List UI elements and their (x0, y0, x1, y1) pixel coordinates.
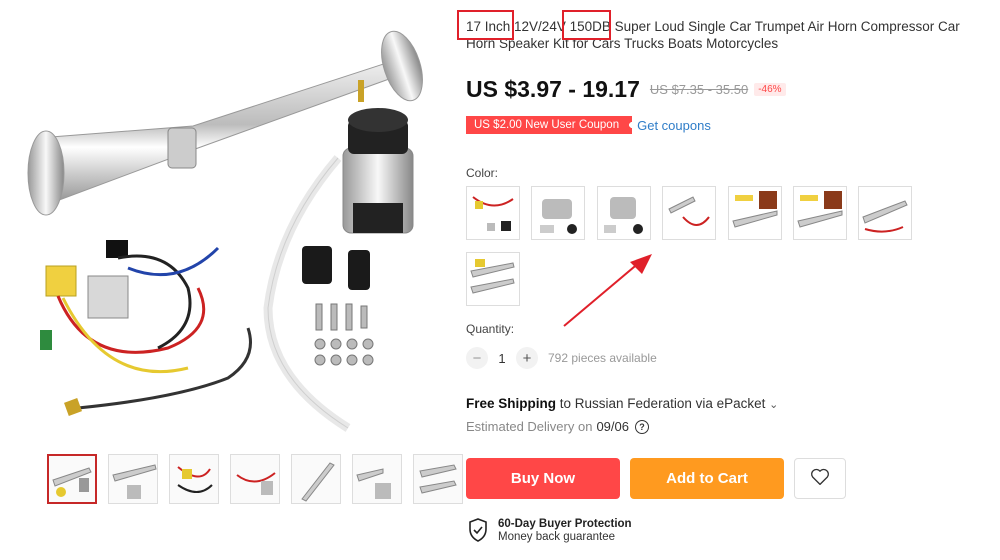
color-option[interactable] (597, 186, 651, 240)
thumbnail-image[interactable] (352, 454, 402, 504)
protection-subtitle: Money back guarantee (498, 531, 615, 543)
annotation-arrow (563, 254, 652, 327)
get-coupons-link[interactable]: Get coupons (637, 118, 711, 133)
coupon-row: US $2.00 New User Coupon Get coupons (466, 116, 711, 134)
thumbnail-image[interactable] (230, 454, 280, 504)
shipping-info[interactable]: Free Shipping to Russian Federation via … (466, 396, 778, 411)
coupon-badge[interactable]: US $2.00 New User Coupon (466, 116, 633, 134)
quantity-label: Quantity: (466, 322, 515, 336)
thumbnail-image[interactable] (169, 454, 219, 504)
increase-button[interactable]: + (516, 347, 538, 369)
shield-icon (468, 518, 488, 547)
delivery-date: 09/06 (596, 419, 629, 434)
color-option[interactable] (466, 186, 520, 240)
shipping-destination: to Russian Federation via ePacket (556, 396, 766, 411)
color-option[interactable] (728, 186, 782, 240)
protection-title: 60-Day Buyer Protection (498, 518, 632, 530)
main-product-image (18, 8, 428, 438)
thumbnail-image[interactable] (413, 454, 463, 504)
quantity-stepper: − 1 + 792 pieces available (466, 347, 657, 369)
old-price: US $7.35 - 35.50 (649, 82, 749, 97)
color-option[interactable] (793, 186, 847, 240)
delivery-label: Estimated Delivery on (466, 419, 593, 434)
color-option[interactable] (531, 186, 585, 240)
wishlist-button[interactable] (794, 458, 846, 499)
thumbnail-strip (47, 454, 463, 504)
color-option[interactable] (858, 186, 912, 240)
color-option[interactable] (662, 186, 716, 240)
chevron-down-icon[interactable]: ⌄ (769, 399, 778, 411)
buy-now-button[interactable]: Buy Now (466, 458, 620, 499)
help-icon[interactable]: ? (635, 419, 649, 434)
pieces-available: 792 pieces available (548, 351, 657, 365)
decrease-button[interactable]: − (466, 347, 488, 369)
heart-icon (810, 468, 830, 490)
free-shipping-label: Free Shipping (466, 396, 557, 411)
discount-badge: -46% (754, 83, 786, 96)
buyer-protection: 60-Day Buyer Protection Money back guara… (468, 518, 632, 547)
price: US $3.97 - 19.17 (466, 76, 640, 102)
thumbnail-image[interactable] (108, 454, 158, 504)
estimated-delivery: Estimated Delivery on 09/06 ? (466, 419, 649, 434)
thumbnail-image[interactable] (47, 454, 97, 504)
quantity-value[interactable]: 1 (488, 351, 516, 366)
thumbnail-image[interactable] (291, 454, 341, 504)
price-row: US $3.97 - 19.17 US $7.35 - 35.50 -46% (466, 76, 786, 103)
color-option[interactable] (466, 252, 520, 306)
product-title: 17 Inch 12V/24V 150DB Super Loud Single … (466, 19, 960, 51)
add-to-cart-button[interactable]: Add to Cart (630, 458, 784, 499)
color-label: Color: (466, 166, 499, 180)
